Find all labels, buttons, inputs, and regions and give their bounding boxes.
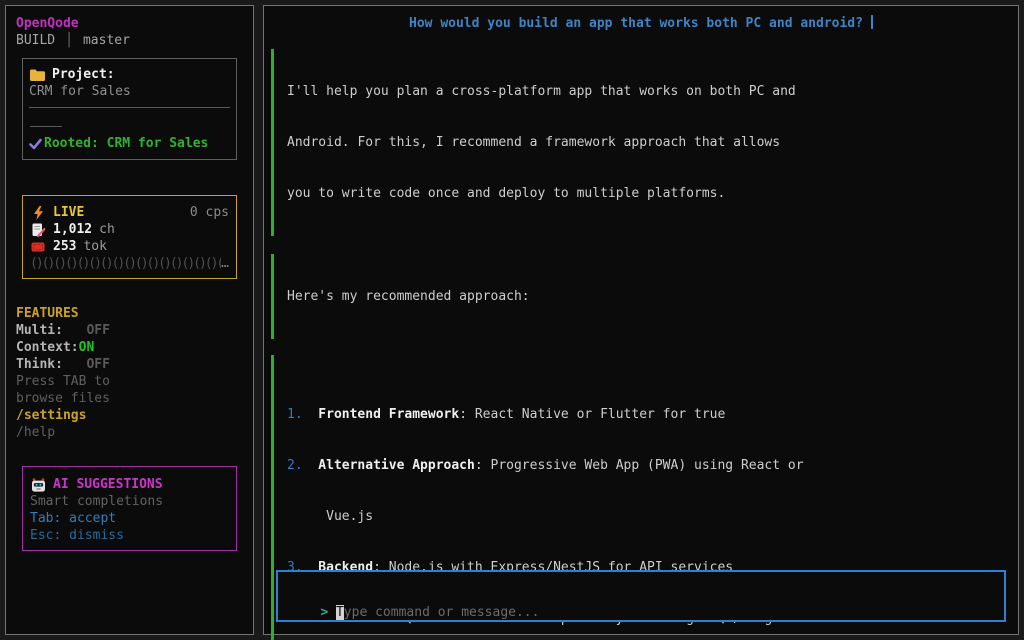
- tab-accept-hint: Tab: accept: [30, 510, 229, 527]
- input-placeholder: ype command or message...: [344, 605, 540, 620]
- text-cursor: [871, 15, 873, 29]
- chat-panel: How would you build an app that works bo…: [263, 5, 1019, 635]
- build-label: BUILD: [16, 33, 55, 48]
- live-label: LIVE: [53, 204, 84, 221]
- think-value: OFF: [86, 357, 109, 372]
- token-count-row: 253 tok: [30, 238, 229, 255]
- prompt-symbol: >: [320, 605, 328, 620]
- branch-label: master: [83, 33, 130, 48]
- rooted-text: Rooted: CRM for Sales: [44, 135, 208, 152]
- feature-think: Think:OFF: [16, 356, 243, 373]
- token-count: 253: [53, 238, 76, 255]
- char-count: 1,012: [53, 221, 92, 238]
- esc-dismiss-hint: Esc: dismiss: [30, 527, 229, 544]
- ai-subtitle: Smart completions: [30, 493, 229, 510]
- features-section: FEATURES Multi:OFF Context:ON Think:OFF …: [16, 305, 243, 441]
- settings-command[interactable]: /settings: [16, 407, 243, 424]
- command-input[interactable]: > Type command or message...: [276, 570, 1006, 622]
- char-unit: ch: [99, 221, 115, 238]
- activity-waveform: ()()()()()()()()()()()()()()()()()()()()…: [30, 255, 229, 272]
- message-line: Android. For this, I recommend a framewo…: [287, 134, 1008, 151]
- message-line: I'll help you plan a cross-platform app …: [287, 83, 1008, 100]
- folder-icon: [29, 69, 45, 81]
- assistant-messages: I'll help you plan a cross-platform app …: [271, 49, 1008, 640]
- list-item: 2.Alternative Approach: Progressive Web …: [287, 457, 1008, 474]
- project-name: CRM for Sales: [29, 83, 230, 100]
- features-heading: FEATURES: [16, 305, 243, 322]
- build-branch-status: BUILD │ master: [16, 32, 243, 49]
- tab-hint-line2: browse files: [16, 390, 243, 407]
- waveform-pattern: ()()()()()()()()()()()()()()()()()()()()…: [30, 255, 221, 272]
- char-count-row: 1,012 ch: [30, 221, 229, 238]
- project-title-row: Project:: [29, 66, 230, 83]
- context-value: ON: [79, 340, 95, 355]
- list-item-wrap: Vue.js: [287, 508, 1008, 525]
- message-approach-heading: Here's my recommended approach:: [271, 254, 1008, 339]
- rooted-status: Rooted: CRM for Sales: [29, 135, 230, 152]
- help-command[interactable]: /help: [16, 424, 243, 441]
- message-line: Here's my recommended approach:: [287, 288, 1008, 305]
- waveform-ellipsis: …: [221, 255, 229, 272]
- app-title: OpenQode: [16, 15, 243, 32]
- ai-suggestions-title: AI SUGGESTIONS: [53, 476, 163, 493]
- memo-icon: [30, 223, 46, 237]
- cps-counter: 0 cps: [190, 204, 229, 221]
- project-label: Project:: [52, 66, 115, 83]
- separator: │: [65, 33, 73, 48]
- divider-short: [30, 126, 62, 127]
- tab-hint-line1: Press TAB to: [16, 373, 243, 390]
- message-line: you to write code once and deploy to mul…: [287, 185, 1008, 202]
- robot-icon: [30, 478, 46, 492]
- bolt-icon: [30, 206, 46, 220]
- feature-context: Context:ON: [16, 339, 243, 356]
- block-cursor: T: [336, 605, 344, 620]
- multi-value: OFF: [86, 323, 109, 338]
- ticket-icon: [30, 242, 46, 252]
- token-unit: tok: [83, 238, 106, 255]
- divider: [29, 107, 230, 108]
- feature-multi: Multi:OFF: [16, 322, 243, 339]
- ai-title-row: AI SUGGESTIONS: [30, 476, 229, 493]
- live-stats-panel: LIVE 0 cps 1,012 ch 253 tok ()()()()()()…: [22, 195, 237, 279]
- live-status-row: LIVE 0 cps: [30, 204, 229, 221]
- project-panel: Project: CRM for Sales Rooted: CRM for S…: [22, 58, 237, 160]
- message-intro: I'll help you plan a cross-platform app …: [271, 49, 1008, 236]
- user-question: How would you build an app that works bo…: [264, 15, 1018, 32]
- ai-suggestions-panel: AI SUGGESTIONS Smart completions Tab: ac…: [22, 466, 237, 551]
- list-item: 1.Frontend Framework: React Native or Fl…: [287, 406, 1008, 423]
- sidebar: OpenQode BUILD │ master Project: CRM for S…: [5, 5, 254, 635]
- check-icon: [29, 138, 42, 150]
